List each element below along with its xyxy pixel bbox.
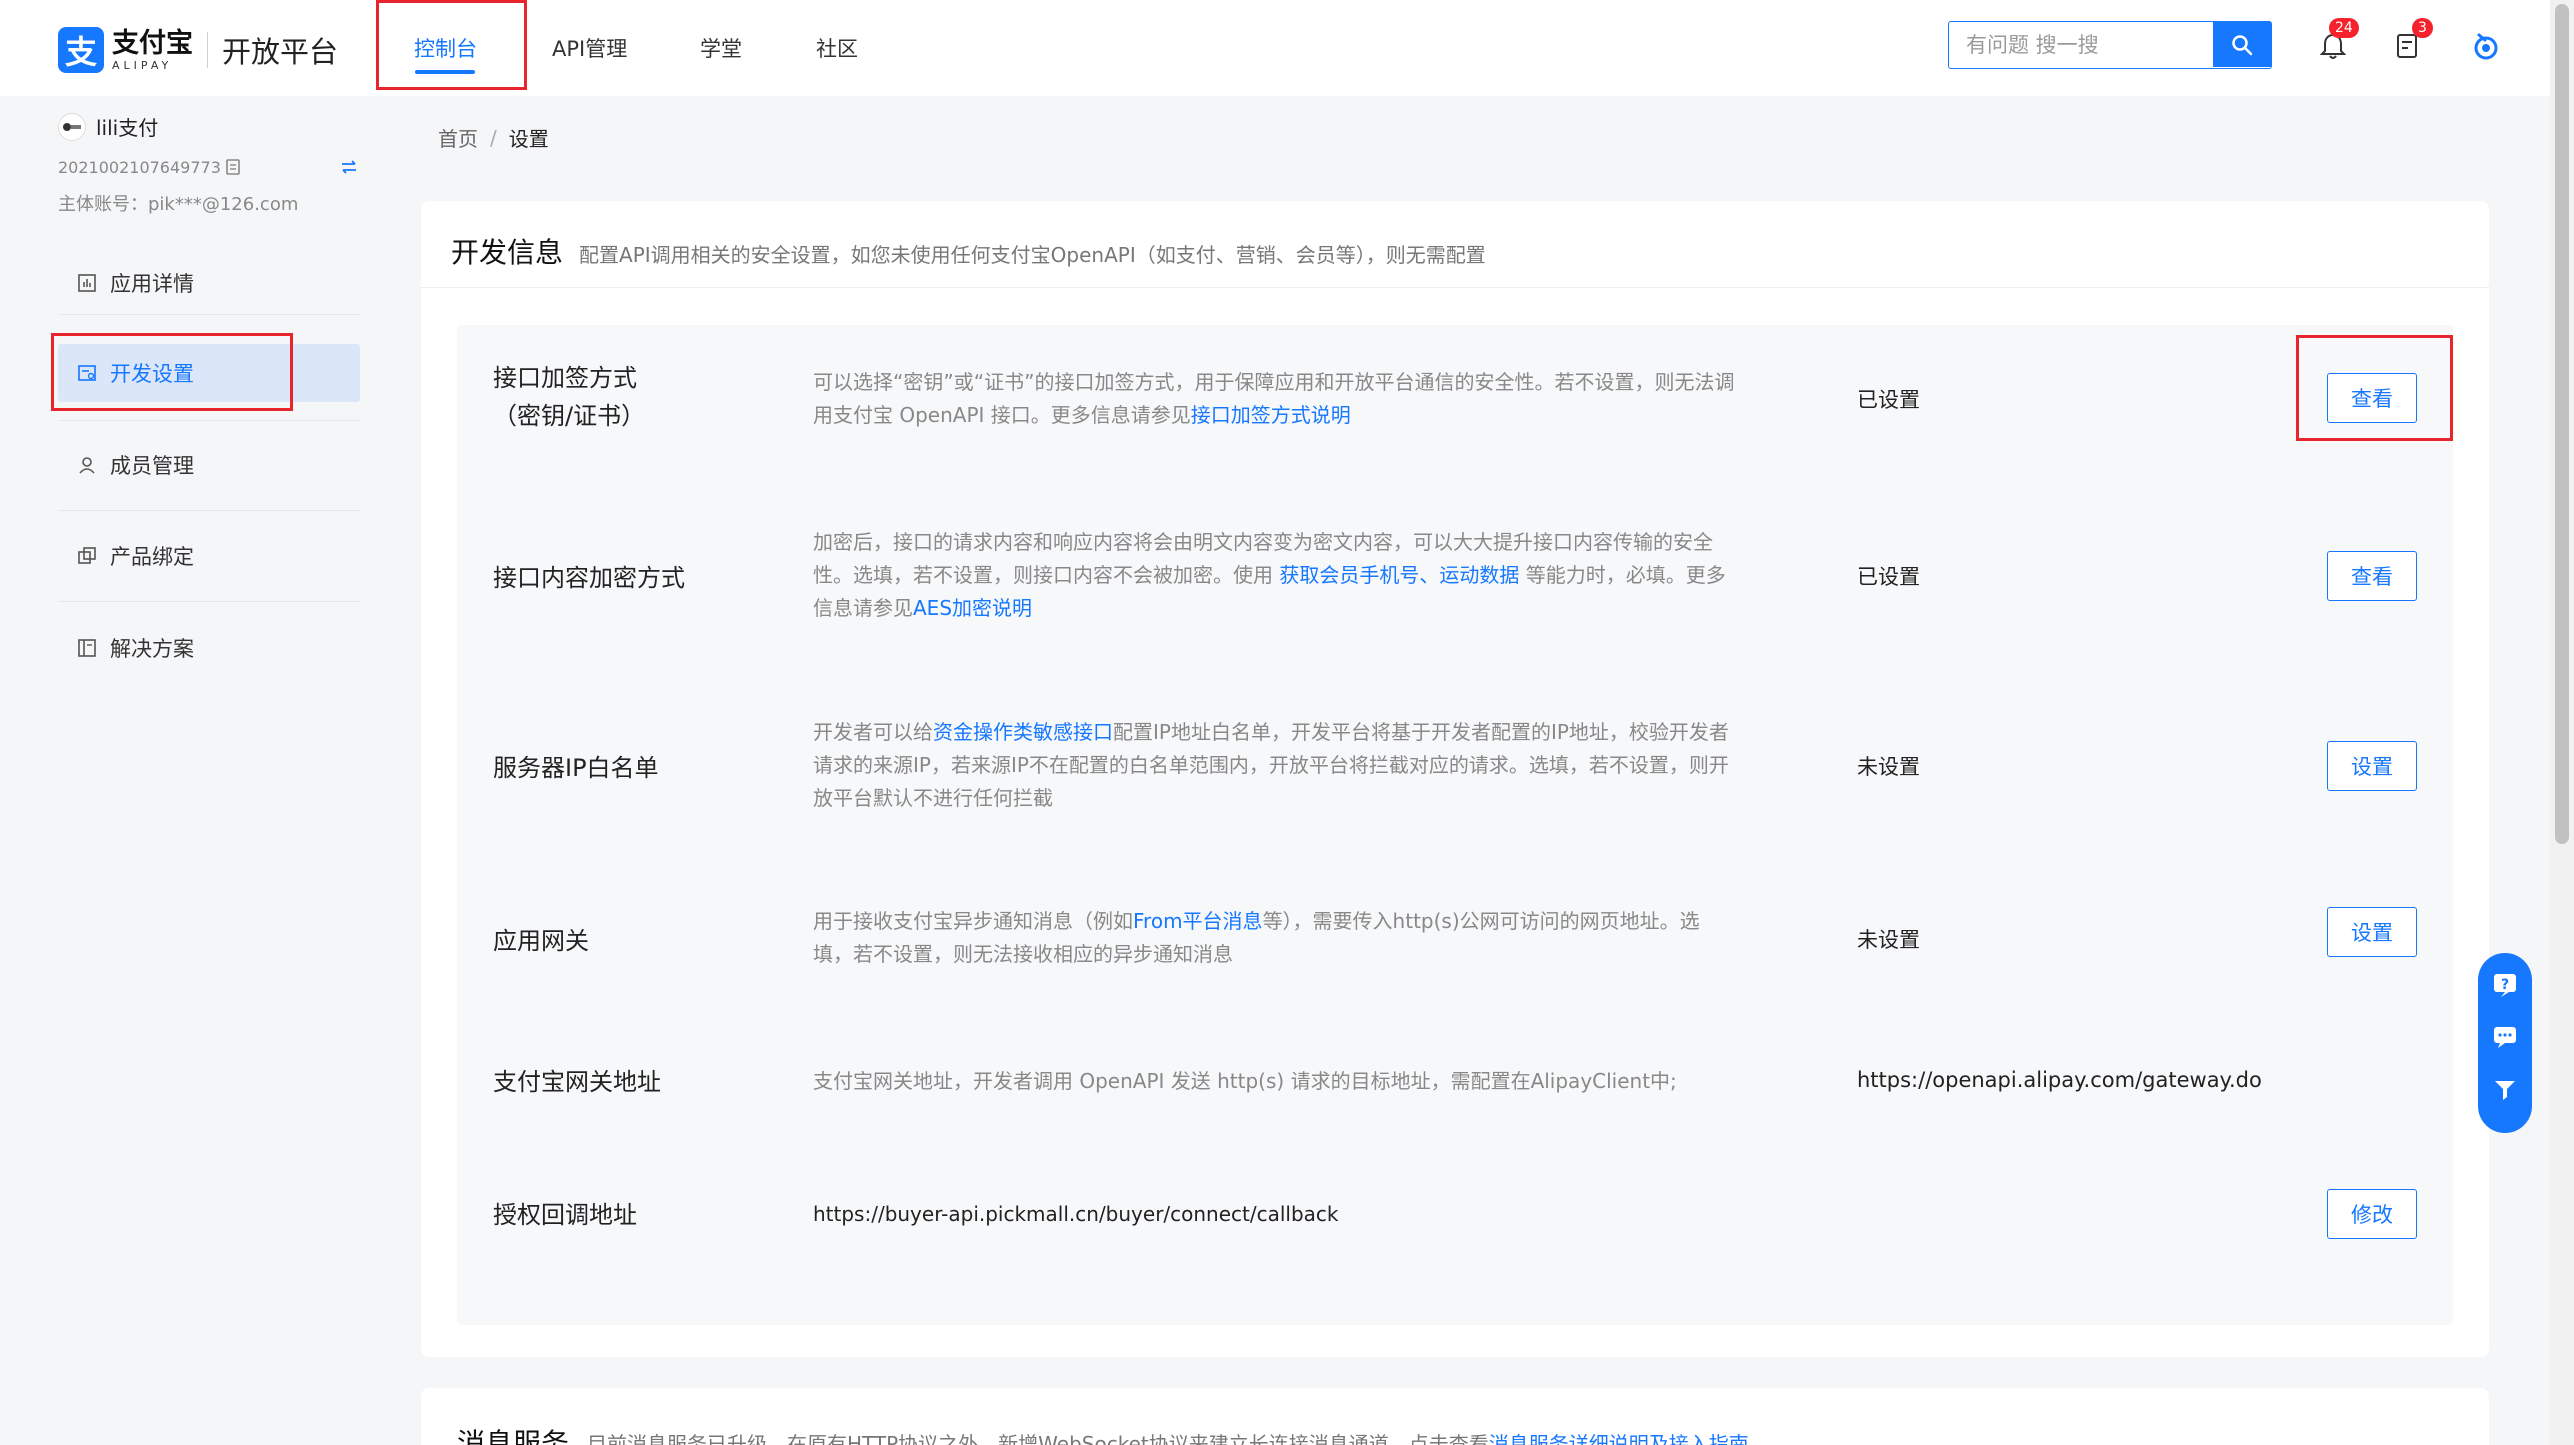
from-platform-msg-link[interactable]: From平台消息 <box>1133 909 1263 933</box>
signing-method-doc-link[interactable]: 接口加签方式说明 <box>1191 403 1351 427</box>
row-label: 接口内容加密方式 <box>493 564 685 592</box>
svg-text:?: ? <box>2501 977 2509 993</box>
set-app-gateway-button[interactable]: 设置 <box>2327 907 2417 957</box>
sidebar-item-solutions[interactable]: 解决方案 <box>58 619 360 677</box>
help-icon[interactable]: ? <box>2491 971 2519 999</box>
row-status: 未设置 <box>1857 928 1920 952</box>
row-description: 可以选择“密钥”或“证书”的接口加签方式，用于保障应用和开放平台通信的安全性。若… <box>813 370 1735 427</box>
account-name: lili支付 <box>96 116 159 140</box>
card-divider <box>421 287 2489 288</box>
row-label: 授权回调地址 <box>493 1201 637 1229</box>
platform-title: 开放平台 <box>222 35 339 69</box>
row-status: 已设置 <box>1857 565 1920 589</box>
message-service-guide-link[interactable]: 消息服务详细说明及接入指南 <box>1489 1432 1749 1445</box>
row-description: 支付宝网关地址，开发者调用 OpenAPI 发送 http(s) 请求的目标地址… <box>813 1069 1677 1093</box>
feedback-icon[interactable] <box>2491 1075 2519 1103</box>
breadcrumb-current: 设置 <box>508 127 549 151</box>
nav-academy[interactable]: 学堂 <box>700 33 742 63</box>
search-input[interactable] <box>1950 23 2212 66</box>
chart-icon <box>76 272 98 294</box>
member-phone-link[interactable]: 获取会员手机号 <box>1279 563 1419 587</box>
scrollbar-thumb[interactable] <box>2555 4 2569 844</box>
settings-list: 接口加签方式 （密钥/证书） 可以选择“密钥”或“证书”的接口加签方式，用于保障… <box>457 325 2453 1325</box>
logo-divider <box>207 32 208 68</box>
section-description: 目前消息服务已升级，在原有HTTP协议之外，新增WebSocket协议来建立长连… <box>587 1428 1749 1445</box>
view-encryption-button[interactable]: 查看 <box>2327 551 2417 601</box>
sidebar-divider <box>58 601 360 602</box>
row-status: 未设置 <box>1857 755 1920 779</box>
highlight-box-console <box>376 0 527 90</box>
notification-badge: 24 <box>2329 18 2359 38</box>
sidebar-item-label: 成员管理 <box>110 454 194 478</box>
scrollbar[interactable] <box>2550 0 2574 1445</box>
gateway-url: https://openapi.alipay.com/gateway.do <box>1857 1068 2262 1092</box>
logo-en-text: ALIPAY <box>112 58 173 72</box>
book-icon <box>76 637 98 659</box>
breadcrumb-separator: / <box>490 125 497 150</box>
user-icon <box>76 454 98 476</box>
breadcrumb-home[interactable]: 首页 <box>438 123 478 152</box>
sidebar-item-label: 应用详情 <box>110 272 194 296</box>
search-box <box>1948 21 2272 69</box>
dev-info-card: 开发信息 配置API调用相关的安全设置，如您未使用任何支付宝OpenAPI（如支… <box>421 201 2489 1357</box>
link-icon <box>76 545 98 567</box>
row-label: 接口加签方式 （密钥/证书） <box>493 364 646 430</box>
user-avatar-button[interactable] <box>2468 28 2504 64</box>
copy-icon[interactable] <box>224 157 244 177</box>
row-description: 开发者可以给资金操作类敏感接口配置IP地址白名单，开发平台将基于开发者配置的IP… <box>813 720 1729 810</box>
notification-button[interactable]: 24 <box>2315 18 2359 64</box>
message-service-card: 消息服务 目前消息服务已升级，在原有HTTP协议之外，新增WebSocket协议… <box>421 1388 2489 1445</box>
chat-icon[interactable] <box>2491 1023 2519 1051</box>
task-button[interactable]: 3 <box>2390 18 2433 64</box>
account-info: lili支付 <box>58 112 358 141</box>
section-title: 消息服务 <box>457 1427 570 1445</box>
sidebar-divider <box>58 420 360 421</box>
row-label: 应用网关 <box>493 927 589 955</box>
search-icon <box>2232 34 2253 55</box>
row-status: 已设置 <box>1857 388 1920 412</box>
highlight-box-view-button <box>2296 335 2453 441</box>
search-button[interactable] <box>2213 22 2271 67</box>
task-badge: 3 <box>2412 18 2433 38</box>
row-label: 支付宝网关地址 <box>493 1068 661 1096</box>
sidebar-item-label: 解决方案 <box>110 637 194 661</box>
section-title: 开发信息 <box>451 236 564 269</box>
sidebar-item-label: 产品绑定 <box>110 545 194 569</box>
sport-data-link[interactable]: 运动数据 <box>1439 563 1519 587</box>
sidebar-item-product-binding[interactable]: 产品绑定 <box>58 527 360 585</box>
row-label: 服务器IP白名单 <box>493 754 659 782</box>
sidebar-item-app-details[interactable]: 应用详情 <box>58 254 360 312</box>
breadcrumb: 首页 / 设置 <box>438 123 549 152</box>
alipay-logo-icon: 支 <box>58 27 104 73</box>
callback-url: https://buyer-api.pickmall.cn/buyer/conn… <box>813 1202 1339 1226</box>
row-description: 用于接收支付宝异步通知消息（例如From平台消息等），需要传入http(s)公网… <box>813 909 1700 966</box>
logo-cn-text: 支付宝 <box>112 27 193 59</box>
sidebar-divider <box>58 510 360 511</box>
avatar-icon <box>2474 33 2498 60</box>
switch-app-icon[interactable] <box>340 158 358 176</box>
edit-callback-button[interactable]: 修改 <box>2327 1189 2417 1239</box>
section-description: 配置API调用相关的安全设置，如您未使用任何支付宝OpenAPI（如支付、营销、… <box>579 243 1486 267</box>
nav-community[interactable]: 社区 <box>816 33 858 63</box>
aes-doc-link[interactable]: AES加密说明 <box>913 596 1032 620</box>
app-id: 2021002107649773 <box>58 158 221 177</box>
row-description: 加密后，接口的请求内容和响应内容将会由明文内容变为密文内容，可以大大提升接口内容… <box>813 530 1726 620</box>
account-avatar <box>58 112 86 141</box>
set-ip-whitelist-button[interactable]: 设置 <box>2327 741 2417 791</box>
sidebar-item-members[interactable]: 成员管理 <box>58 436 360 494</box>
floating-help-bar: ? <box>2478 953 2532 1133</box>
highlight-box-dev-settings <box>51 333 293 411</box>
account-avatar-icon <box>63 122 81 131</box>
nav-api-management[interactable]: API管理 <box>552 33 627 63</box>
sidebar-divider <box>58 314 360 315</box>
main-account: 主体账号：pik***@126.com <box>58 194 299 215</box>
sensitive-api-link[interactable]: 资金操作类敏感接口 <box>933 720 1113 744</box>
alipay-logo[interactable]: 支 支付宝 ALIPAY 开放平台 <box>58 27 338 73</box>
